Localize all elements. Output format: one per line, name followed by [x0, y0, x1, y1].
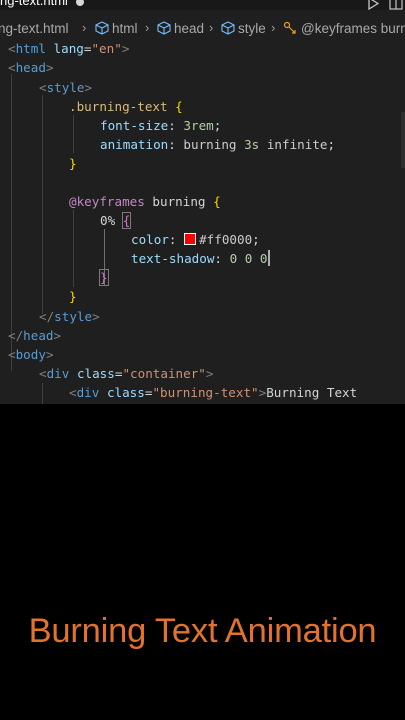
indent-guide: [73, 115, 74, 153]
cube-icon: [221, 21, 235, 35]
code-line-14: </style>: [39, 309, 100, 324]
selector-icon: [283, 21, 296, 34]
code-line-9: 0% {: [100, 212, 132, 229]
code-line-2: <head>: [8, 60, 54, 75]
scrollbar[interactable]: [401, 112, 405, 168]
breadcrumb-file[interactable]: ng-text.html: [0, 21, 69, 36]
run-icon[interactable]: [367, 0, 380, 10]
code-line-1: <html lang="en">: [8, 41, 130, 56]
chevron-right-icon: ›: [145, 20, 150, 35]
code-line-5: font-size: 3rem;: [100, 118, 222, 133]
text-cursor: [267, 250, 270, 266]
breadcrumb-head[interactable]: head: [157, 21, 204, 36]
video-caption: Burning Text Animation: [28, 612, 377, 650]
chevron-right-icon: ›: [271, 20, 276, 35]
tab-label: ng-text.html: [0, 0, 68, 8]
cube-icon: [95, 21, 109, 35]
breadcrumb-html[interactable]: html: [95, 21, 138, 36]
tab-burning-text-html[interactable]: ng-text.html: [0, 0, 92, 10]
code-line-8: @keyframes burning {: [69, 194, 221, 209]
code-line-16: <body>: [8, 347, 54, 362]
indent-guide: [42, 95, 43, 314]
tab-bar: ng-text.html: [0, 0, 405, 10]
breadcrumb-style[interactable]: style: [221, 21, 266, 36]
code-line-4: .burning-text {: [69, 99, 183, 114]
unsaved-dot-icon: [75, 0, 84, 6]
indent-guide: [42, 383, 43, 404]
code-line-12: }: [99, 269, 109, 286]
code-line-7: }: [69, 156, 77, 171]
code-line-10: color: #ff0000;: [131, 232, 260, 247]
breadcrumb: ng-text.html › html › head › style › @ke…: [0, 18, 405, 40]
code-line-18: <div class="burning-text">Burning Text: [69, 385, 358, 400]
code-editor[interactable]: ng-text.html ng-text.html › html › head …: [0, 0, 405, 404]
code-line-6: animation: burning 3s infinite;: [100, 137, 336, 152]
chevron-right-icon: ›: [209, 20, 214, 35]
code-line-15: </head>: [8, 328, 62, 343]
indent-guide: [73, 210, 74, 287]
color-swatch[interactable]: [184, 233, 197, 245]
code-line-3: <style>: [39, 80, 93, 95]
cube-icon: [157, 21, 171, 35]
code-line-17: <div class="container">: [39, 366, 214, 381]
chevron-right-icon: ›: [82, 20, 87, 35]
code-line-13: }: [69, 289, 77, 304]
split-editor-icon[interactable]: [389, 0, 403, 10]
code-line-11: text-shadow: 0 0 0: [131, 250, 270, 266]
breadcrumb-keyframes[interactable]: @keyframes burni: [283, 21, 405, 36]
